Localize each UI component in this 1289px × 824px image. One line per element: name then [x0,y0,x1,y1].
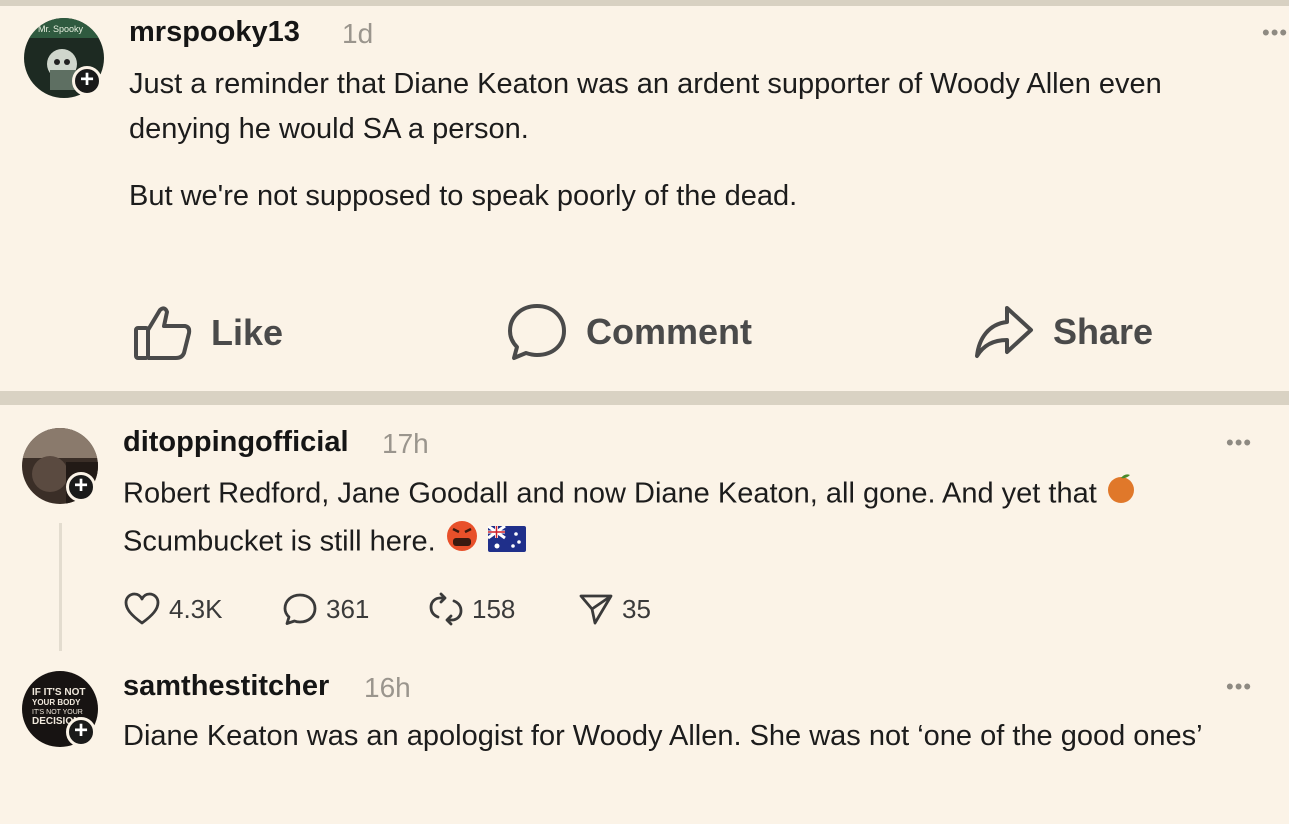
section-divider [0,391,1289,405]
heart-icon [124,592,160,625]
shares-stat[interactable]: 35 [578,592,651,626]
avatar-slogan-line3: IT'S NOT YOUR [32,709,83,716]
share-label: Share [1053,311,1154,352]
like-icon [134,306,192,360]
reply-text-main: Robert Redford, Jane Goodall and now Dia… [123,477,1097,510]
likes-stat[interactable]: 4.3K [123,592,223,626]
reposts-count: 158 [472,593,516,624]
post-username[interactable]: mrspooky13 [129,16,300,49]
share-button[interactable]: Share [973,304,1153,360]
comment-label: Comment [586,311,753,352]
thread-line [59,523,62,651]
top-border [0,0,1289,6]
like-button[interactable]: Like [133,304,283,362]
more-icon[interactable]: ••• [1262,20,1288,46]
post-timestamp: 1d [342,18,374,49]
reply-text-tail: Scumbucket is still here. [123,525,436,558]
follow-plus-icon[interactable]: + [66,472,96,502]
more-icon[interactable]: ••• [1226,674,1252,700]
likes-count: 4.3K [169,593,223,624]
reply-text: Diane Keaton was an apologist for Woody … [123,720,1203,752]
send-icon [579,594,613,625]
follow-plus-icon[interactable]: + [66,717,96,747]
orange-emoji [1105,471,1137,519]
more-icon[interactable]: ••• [1226,430,1252,456]
comments-stat[interactable]: 361 [282,592,369,626]
avatar-samthestitcher[interactable]: IF IT'S NOT YOUR BODY IT'S NOT YOUR DECI… [22,671,98,747]
shares-count: 35 [622,593,651,624]
share-icon [975,306,1033,358]
like-label: Like [211,312,284,353]
reply-username[interactable]: ditoppingofficial [123,426,349,459]
comments-count: 361 [326,593,370,624]
avatar-ditoppingofficial[interactable]: + [22,428,98,504]
post-paragraph-2: But we're not supposed to speak poorly o… [129,180,798,212]
avatar-slogan-line2: YOUR BODY [32,698,81,707]
avatar-slogan-line1: IF IT'S NOT [32,687,86,698]
reposts-stat[interactable]: 158 [428,592,515,626]
angry-face-emoji [444,519,480,567]
avatar-logo-text: Mr. Spooky [38,24,84,34]
comment-button[interactable]: Comment [506,302,752,362]
follow-plus-icon[interactable]: + [72,66,102,96]
comment-icon [508,304,566,360]
reply-timestamp: 17h [382,428,429,459]
reply-username[interactable]: samthestitcher [123,670,329,703]
australia-flag-emoji [486,521,526,566]
post-paragraph-1: Just a reminder that Diane Keaton was an… [129,68,1162,145]
reply-text: Robert Redford, Jane Goodall and now Dia… [123,471,1263,567]
reply-icon [283,593,317,625]
repost-icon [429,592,463,626]
avatar-mrspooky13[interactable]: Mr. Spooky + [24,18,104,98]
reply-timestamp: 16h [364,672,411,703]
